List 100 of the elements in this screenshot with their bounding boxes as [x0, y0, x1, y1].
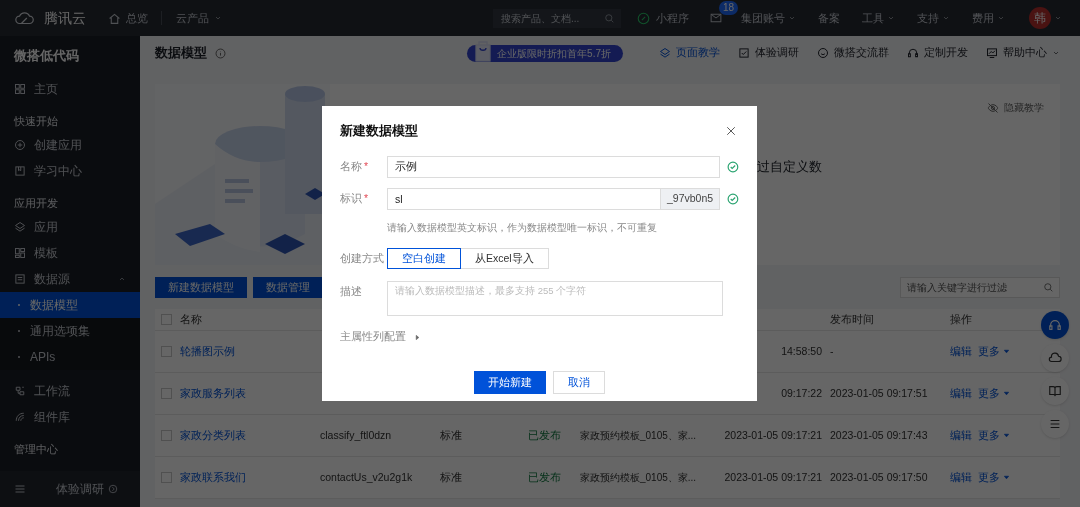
- cancel-button[interactable]: 取消: [553, 371, 605, 394]
- status-text: 已发布: [528, 427, 562, 443]
- tutorial-text: 过自定义数: [757, 159, 822, 174]
- edit-link[interactable]: 编辑: [950, 427, 972, 444]
- sidebar-item[interactable]: 工作流: [0, 378, 140, 404]
- input-suffix: _97vb0n5: [660, 188, 721, 210]
- arrow-circle-icon: [108, 484, 118, 494]
- section-label: 应用开发: [14, 197, 58, 209]
- chat-icon: [817, 47, 829, 59]
- table-cell-text: 09:17:22: [781, 385, 823, 401]
- model-link[interactable]: 家政服务列表: [180, 385, 246, 402]
- document-icon: [14, 273, 26, 285]
- edit-link[interactable]: 编辑: [950, 469, 972, 486]
- section-label: 管理中心: [14, 443, 58, 455]
- caret-down-icon: [788, 14, 796, 22]
- field-label: 创建方式: [340, 250, 385, 266]
- advanced-toggle[interactable]: 主属性列配置: [340, 331, 421, 343]
- shopping-bag-icon: [475, 39, 492, 62]
- header-link[interactable]: 帮助中心: [986, 45, 1060, 61]
- headset-icon: [907, 47, 919, 59]
- segment-button[interactable]: 从Excel导入: [460, 248, 549, 269]
- caret-down-icon: [214, 14, 222, 22]
- input-field[interactable]: 示例: [387, 156, 721, 178]
- brand-name: 腾讯云: [44, 8, 86, 28]
- grid-icon: [14, 247, 26, 259]
- more-link[interactable]: 更多: [978, 343, 1010, 360]
- checklist-icon: [738, 47, 750, 59]
- more-link[interactable]: 更多: [978, 427, 1010, 444]
- sidebar-item[interactable]: 学习中心: [0, 158, 140, 184]
- promo-banner[interactable]: 企业版限时折扣首年5.7折: [467, 44, 623, 62]
- field-label: 名称 *: [340, 159, 370, 175]
- caret-down-icon: [1003, 390, 1010, 397]
- model-link[interactable]: 家政分类列表: [180, 427, 246, 444]
- caret-down-icon: [1003, 432, 1010, 439]
- input-field[interactable]: sl: [387, 188, 661, 210]
- count-badge: 18: [719, 1, 739, 15]
- table-cell-text: 2023-01-05 09:17:50: [830, 469, 929, 485]
- edit-link[interactable]: 编辑: [950, 385, 972, 402]
- search-icon: [604, 12, 615, 24]
- column-header: 操作: [950, 311, 972, 327]
- table-cell-text: 2023-01-05 09:17:21: [724, 469, 823, 485]
- dialog-title: 新建数据模型: [340, 122, 418, 140]
- floating-button[interactable]: [1041, 311, 1069, 339]
- column-header: 名称: [180, 311, 202, 327]
- cloud-icon: [14, 10, 36, 26]
- table-cell-text: 家政预约模板_0105、家...: [580, 429, 698, 443]
- info-icon: [215, 47, 226, 59]
- section-label: 快速开始: [14, 115, 58, 127]
- segment-button[interactable]: 空白创建: [387, 248, 461, 269]
- user-avatar[interactable]: 韩: [1029, 7, 1051, 29]
- table-cell-text: 14:58:50: [781, 343, 823, 359]
- toolbar-button[interactable]: 数据管理: [253, 277, 323, 298]
- sidebar-subitem[interactable]: 数据模型: [0, 292, 140, 318]
- link-circle-icon: [637, 11, 650, 25]
- column-header: 发布时间: [830, 311, 874, 327]
- more-link[interactable]: 更多: [978, 385, 1010, 402]
- header-link[interactable]: 定制开发: [907, 45, 968, 61]
- caret-down-icon: [942, 14, 950, 22]
- field-hint: 请输入数据模型英文标识，作为数据模型唯一标识，不可重复: [387, 222, 657, 233]
- field-label: 描述: [340, 284, 363, 299]
- table-cell-text: 家政预约模板_0105、家...: [580, 471, 698, 485]
- field-label: 标识 *: [340, 191, 370, 207]
- caret-down-icon: [997, 14, 1005, 22]
- sidebar-item[interactable]: 模板: [0, 240, 140, 266]
- monitor-icon: [986, 47, 998, 59]
- search-icon: [1043, 282, 1054, 293]
- table-cell-text: 2023-01-05 09:17:21: [724, 427, 823, 443]
- table-cell-text: -: [830, 343, 835, 359]
- caret-down-icon: [1003, 474, 1010, 481]
- table-cell-text: 标准: [440, 427, 463, 443]
- component-icon: [14, 411, 26, 423]
- flow-icon: [14, 385, 26, 397]
- model-link[interactable]: 轮播图示例: [180, 343, 235, 360]
- caret-down-icon: [887, 14, 895, 22]
- primary-button[interactable]: 开始新建: [474, 371, 546, 394]
- headset-icon: [1048, 318, 1062, 332]
- book-icon: [1048, 384, 1062, 398]
- close-button[interactable]: [725, 125, 737, 137]
- table-cell-text: 2023-01-05 09:17:51: [830, 385, 929, 401]
- layers-icon: [14, 221, 26, 233]
- cloud-icon: [1048, 351, 1062, 365]
- grid-icon: [14, 83, 26, 95]
- eye-off-icon: [987, 101, 999, 114]
- sidebar-title: 微搭低代码: [14, 47, 79, 66]
- table-cell-text: 2023-01-05 09:17:43: [830, 427, 929, 443]
- home-icon: [108, 11, 121, 25]
- more-link[interactable]: 更多: [978, 469, 1010, 486]
- model-link[interactable]: 家政联系我们: [180, 469, 246, 486]
- status-text: 已发布: [528, 469, 562, 485]
- sidebar-item[interactable]: 应用: [0, 214, 140, 240]
- header-link[interactable]: 体验调研: [738, 45, 799, 61]
- book-icon: [14, 165, 26, 177]
- edit-link[interactable]: 编辑: [950, 343, 972, 360]
- toolbar-button[interactable]: 新建数据模型: [155, 277, 247, 298]
- layers-icon: [659, 47, 671, 59]
- close-icon: [725, 125, 737, 137]
- table-cell-text: 标准: [440, 469, 463, 485]
- plus-circle-icon: [14, 139, 26, 151]
- header-link[interactable]: 页面教学: [659, 45, 720, 61]
- header-link[interactable]: 微搭交流群: [817, 45, 889, 61]
